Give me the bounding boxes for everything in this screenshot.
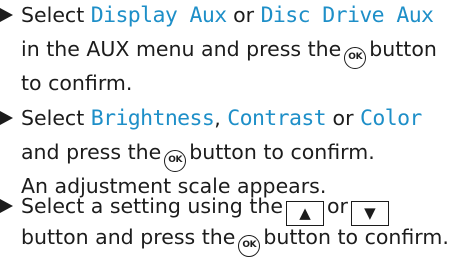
instruction-text: to confirm. [21,71,133,95]
ok-button-icon: OK [344,47,367,69]
bullet-triangle-icon [0,111,13,125]
step-1-line-2: in the AUX menu and press the OK button [21,37,437,69]
instruction-text: Select [21,3,91,27]
step-2-line-1: Select Brightness, Contrast or Color [21,106,422,131]
bullet-triangle-icon [0,199,13,213]
instruction-text: button and press the [21,225,236,249]
instruction-text: , [214,106,228,130]
instruction-text: or [326,194,348,218]
instruction-text: button [369,37,437,61]
ok-button-icon: OK [238,235,261,257]
step-3-line-2: button and press the OK button to confirm. [21,225,449,257]
ok-button-icon: OK [164,150,187,172]
display-text: Color [360,106,422,131]
instruction-text: button to confirm. [263,225,449,249]
step-2-line-2: and press the OK button to confirm. [21,140,375,172]
display-text: Brightness [90,106,215,131]
instruction-text: button to confirm. [189,140,375,164]
step-3-line-1: Select a setting using the ▲ or ▼ [21,194,392,226]
up-arrow-key-icon: ▲ [285,201,324,226]
display-text: Contrast [227,106,327,131]
instruction-page: Select Display Aux or Disc Drive Aux in … [0,0,459,257]
bullet-triangle-icon [0,8,13,22]
instruction-text: and press the [21,140,162,164]
display-text: Display Aux [90,3,227,28]
step-1-line-1: Select Display Aux or Disc Drive Aux [21,3,434,28]
down-arrow-key-icon: ▼ [350,201,389,226]
instruction-text: Select a setting using the [21,194,283,218]
instruction-text: in the AUX menu and press the [21,37,342,61]
instruction-text: Select [21,106,91,130]
instruction-text: or [226,3,261,27]
instruction-text: or [326,106,361,130]
step-1-line-3: to confirm. [21,71,132,95]
display-text: Disc Drive Aux [260,3,434,28]
